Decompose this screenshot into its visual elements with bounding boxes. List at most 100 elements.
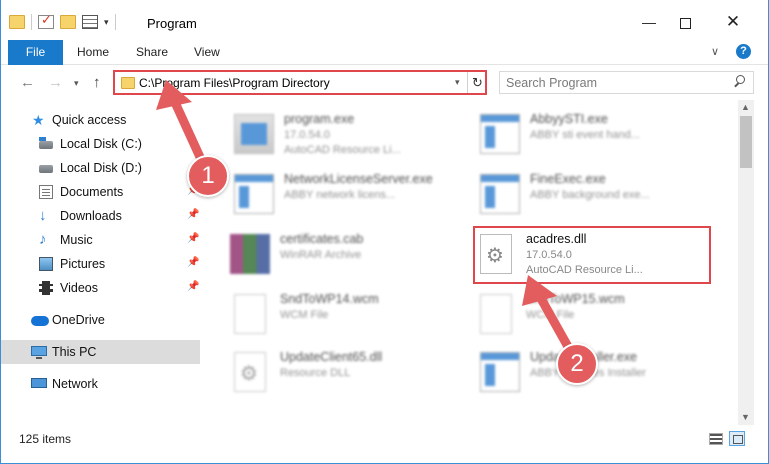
- app-icon: [234, 174, 274, 214]
- search-icon-handle: [734, 82, 739, 88]
- file-description: WinRAR Archive: [280, 249, 362, 261]
- pin-icon[interactable]: 📌: [187, 209, 199, 220]
- back-arrow-icon[interactable]: ←: [20, 74, 35, 91]
- computer-icon: [31, 346, 47, 359]
- sidebar-item-label: Pictures: [60, 257, 106, 271]
- sidebar-item-videos[interactable]: Videos 📌: [1, 276, 200, 300]
- vertical-scrollbar[interactable]: ▲ ▼: [738, 100, 754, 425]
- scroll-down-arrow-icon[interactable]: ▼: [741, 412, 750, 422]
- sidebar-item-local-disk-c[interactable]: Local Disk (C:): [1, 132, 200, 156]
- download-icon: ↓: [39, 207, 47, 224]
- file-description: ABBY sti event hand...: [530, 129, 640, 141]
- navigation-bar: ← → ▾ ↑ C:\Program Files\Program Directo…: [1, 66, 768, 100]
- minimize-button[interactable]: —: [629, 10, 669, 34]
- sidebar-item-label: Local Disk (D:): [60, 161, 142, 175]
- folder-icon[interactable]: [9, 15, 25, 29]
- file-item[interactable]: SndToWP15.wcm WCM File: [476, 290, 716, 346]
- properties-icon[interactable]: [82, 15, 98, 29]
- sidebar-item-label: Videos: [60, 281, 98, 295]
- large-icons-view-icon[interactable]: [729, 431, 745, 446]
- file-version: 17.0.54.0: [284, 129, 330, 141]
- sidebar-item-documents[interactable]: Documents 📌: [1, 180, 200, 204]
- up-arrow-icon[interactable]: ↑: [93, 74, 101, 91]
- step-1-badge: 1: [187, 155, 229, 197]
- videos-icon: [39, 281, 53, 295]
- drive-icon: [39, 165, 53, 173]
- file-name: SndToWP15.wcm: [526, 292, 625, 306]
- maximize-button[interactable]: [665, 10, 705, 34]
- file-item[interactable]: SndToWP14.wcm WCM File: [230, 290, 470, 346]
- file-name: acadres.dll: [526, 232, 587, 246]
- sidebar-item-downloads[interactable]: ↓ Downloads 📌: [1, 204, 200, 228]
- address-bar[interactable]: C:\Program Files\Program Directory ▾ ↻: [113, 70, 487, 95]
- pin-icon[interactable]: 📌: [187, 281, 199, 292]
- documents-icon: [39, 185, 53, 199]
- dll-gear-icon: [234, 352, 266, 392]
- navigation-pane: ★ Quick access Local Disk (C:) Local Dis…: [1, 100, 200, 425]
- file-icon: [234, 294, 266, 334]
- folder-icon: [121, 77, 135, 89]
- file-description: AutoCAD Resource Li...: [526, 264, 643, 276]
- tab-home[interactable]: Home: [69, 40, 117, 65]
- music-icon: ♪: [39, 231, 47, 248]
- customize-toolbar-chevron-down-icon[interactable]: ▾: [104, 17, 109, 28]
- file-item[interactable]: NetworkLicenseServer.exe ABBY network li…: [234, 170, 474, 226]
- sidebar-item-onedrive[interactable]: OneDrive: [1, 308, 200, 332]
- file-item[interactable]: certificates.cab WinRAR Archive: [230, 230, 470, 286]
- search-icon[interactable]: [734, 75, 746, 88]
- pin-icon[interactable]: 📌: [187, 257, 199, 268]
- file-item[interactable]: FineExec.exe ABBY background exe...: [480, 170, 720, 226]
- sidebar-item-music[interactable]: ♪ Music 📌: [1, 228, 200, 252]
- forward-arrow-icon[interactable]: →: [48, 74, 63, 91]
- file-description: AutoCAD Resource Li...: [284, 144, 401, 156]
- recent-locations-chevron-down-icon[interactable]: ▾: [74, 78, 79, 89]
- scroll-up-arrow-icon[interactable]: ▲: [741, 102, 750, 112]
- tab-file[interactable]: File: [8, 40, 63, 65]
- exe-icon: [234, 114, 274, 154]
- file-item[interactable]: UpdateInstaller.exe ABBY Services Instal…: [480, 348, 720, 404]
- sidebar-item-local-disk-d[interactable]: Local Disk (D:): [1, 156, 200, 180]
- search-input[interactable]: [506, 75, 726, 91]
- sidebar-item-this-pc[interactable]: This PC: [1, 340, 200, 364]
- dll-gear-icon: [480, 234, 512, 274]
- file-item[interactable]: program.exe 17.0.54.0 AutoCAD Resource L…: [234, 110, 474, 166]
- file-name: program.exe: [284, 112, 355, 126]
- help-icon[interactable]: ?: [736, 44, 751, 59]
- step-2-badge: 2: [556, 343, 598, 385]
- file-item-acadres[interactable]: acadres.dll 17.0.54.0 AutoCAD Resource L…: [476, 230, 716, 286]
- toolbar-separator: [31, 14, 32, 30]
- file-description: ABBY background exe...: [530, 189, 650, 201]
- expand-ribbon-chevron-icon[interactable]: ∨: [711, 45, 719, 58]
- search-box[interactable]: [499, 71, 754, 94]
- quick-access-toolbar: ▾: [9, 12, 116, 30]
- pin-icon[interactable]: 📌: [187, 233, 199, 244]
- sidebar-item-label: This PC: [52, 345, 97, 359]
- file-version: 17.0.54.0: [526, 249, 572, 261]
- file-item[interactable]: AbbyySTI.exe ABBY sti event hand...: [480, 110, 720, 166]
- file-name: SndToWP14.wcm: [280, 292, 379, 306]
- app-icon: [480, 114, 520, 154]
- maximize-icon: [679, 17, 691, 29]
- sidebar-item-label: Quick access: [52, 113, 127, 127]
- file-description: ABBY network licens...: [284, 189, 396, 201]
- sidebar-item-label: Downloads: [60, 209, 122, 223]
- refresh-icon[interactable]: ↻: [467, 72, 487, 93]
- new-folder-icon[interactable]: [60, 15, 76, 29]
- address-history-chevron-down-icon[interactable]: ▾: [455, 77, 460, 88]
- properties-check-icon[interactable]: [38, 12, 54, 29]
- file-name: FineExec.exe: [530, 172, 606, 186]
- details-view-icon[interactable]: [709, 433, 723, 445]
- sidebar-item-pictures[interactable]: Pictures 📌: [1, 252, 200, 276]
- close-button[interactable]: ✕: [713, 10, 753, 34]
- file-description: WCM File: [526, 309, 575, 321]
- file-name: certificates.cab: [280, 232, 364, 246]
- sidebar-item-quick-access[interactable]: ★ Quick access: [1, 108, 200, 132]
- tab-view[interactable]: View: [186, 40, 228, 65]
- sidebar-item-network[interactable]: Network: [1, 372, 200, 396]
- cloud-icon: [31, 316, 49, 326]
- tab-share[interactable]: Share: [128, 40, 176, 65]
- file-item[interactable]: UpdateClient65.dll Resource DLL: [230, 348, 470, 404]
- ribbon-tabs: File Home Share View ∨ ?: [1, 40, 768, 65]
- scrollbar-thumb[interactable]: [740, 116, 752, 168]
- address-path[interactable]: C:\Program Files\Program Directory: [139, 76, 330, 90]
